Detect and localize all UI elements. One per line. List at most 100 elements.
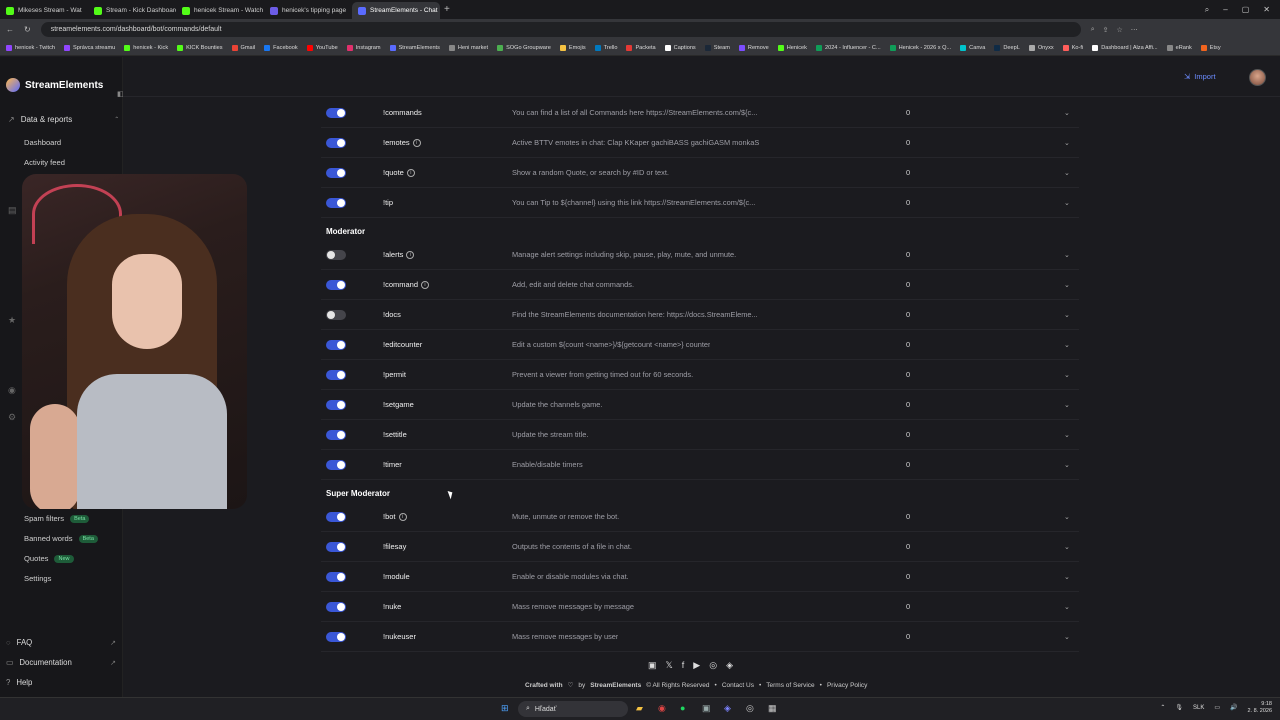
bookmark-item[interactable]: Instagram (346, 44, 381, 51)
sidebar-item-dashboard[interactable]: Dashboard (24, 138, 61, 147)
url-field[interactable]: streamelements.com/dashboard/bot/command… (40, 22, 1081, 37)
reload-icon[interactable]: ↻ (24, 25, 31, 34)
bookmark-item[interactable]: Ko-fi (1062, 44, 1083, 51)
back-icon[interactable]: ← (6, 25, 14, 34)
twitch-icon[interactable]: ▣ (648, 660, 657, 671)
command-row[interactable]: !setgame Update the channels game. 0 ⌄ (321, 390, 1079, 420)
file-explorer-icon[interactable]: ▰ (636, 703, 643, 714)
discord-taskbar-icon[interactable]: ◈ (724, 703, 731, 714)
bookmark-item[interactable]: StreamElements (389, 44, 440, 51)
command-toggle[interactable] (326, 399, 346, 410)
chevron-down-icon[interactable]: ⌄ (1064, 139, 1070, 147)
language-indicator[interactable]: SLK (1193, 705, 1204, 711)
bookmark-item[interactable]: Heni market (448, 44, 488, 51)
browser-tab[interactable]: henicek Stream - Watch (176, 2, 264, 19)
module-icon[interactable]: ▤ (8, 205, 17, 216)
discord-icon[interactable]: ◈ (726, 660, 733, 671)
browser-tab[interactable]: Mikeses Stream - Wat (0, 2, 88, 19)
chevron-down-icon[interactable]: ⌄ (1064, 199, 1070, 207)
command-toggle[interactable] (326, 197, 346, 208)
command-toggle[interactable] (326, 309, 346, 320)
close-icon[interactable]: ✕ (1263, 5, 1270, 15)
sidebar-item-banned-words[interactable]: Banned words Beta (24, 534, 98, 543)
command-toggle[interactable] (326, 601, 346, 612)
command-toggle[interactable] (326, 459, 346, 470)
streamdeck-icon[interactable]: ▦ (768, 703, 777, 714)
bookmark-item[interactable]: henicek - Twitch (6, 44, 55, 51)
clock[interactable]: 9:18 2. 8. 2026 (1248, 701, 1272, 714)
mic-icon[interactable]: 🎙 (1175, 704, 1183, 711)
sidebar-item-spam-filters[interactable]: Spam filters Beta (24, 514, 90, 523)
terms-link[interactable]: Terms of Service (766, 682, 814, 689)
command-row[interactable]: !nukeuser Mass remove messages by user 0 ⌄ (321, 622, 1079, 652)
import-button[interactable]: ⇲ Import (1184, 72, 1216, 81)
info-icon[interactable]: i (421, 280, 430, 289)
x-icon[interactable]: 𝕏 (666, 660, 673, 671)
command-row[interactable]: !filesay Outputs the contents of a file i… (321, 532, 1079, 562)
star-nav-icon[interactable]: ★ (8, 315, 16, 326)
bookmark-item[interactable]: Steam (704, 44, 730, 51)
bookmark-item[interactable]: Canva (960, 44, 985, 51)
minimize-icon[interactable]: – (1223, 5, 1227, 15)
chevron-up-icon[interactable]: ⌃ (1160, 704, 1165, 711)
footer-link-help[interactable]: ? Help (6, 678, 116, 687)
browser-tab[interactable]: StreamElements - Chat (352, 2, 440, 19)
taskbar-search[interactable]: ⌕ Hľadať (518, 701, 628, 717)
command-toggle[interactable] (326, 571, 346, 582)
chevron-down-icon[interactable]: ⌄ (1064, 431, 1070, 439)
sidebar-section-data-reports[interactable]: ↗ Data & reports ⌃ (8, 115, 119, 124)
browser-tab[interactable]: henicek's tipping page (264, 2, 352, 19)
command-toggle[interactable] (326, 339, 346, 350)
chevron-down-icon[interactable]: ⌄ (1064, 281, 1070, 289)
bookmark-item[interactable]: Emojis (559, 44, 586, 51)
privacy-link[interactable]: Privacy Policy (827, 682, 867, 689)
brand-logo[interactable]: StreamElements (6, 78, 103, 92)
extensions-icon[interactable]: ⋯ (1131, 26, 1138, 34)
command-toggle[interactable] (326, 429, 346, 440)
sidebar-item-activity-feed[interactable]: Activity feed (24, 158, 65, 167)
volume-icon[interactable]: 🔊 (1230, 704, 1237, 711)
footer-link-documentation[interactable]: ▭ Documentation ↗ (6, 658, 116, 667)
command-row[interactable]: !timer Enable/disable timers 0 ⌄ (321, 450, 1079, 480)
settings-nav-icon[interactable]: ⚙ (8, 412, 16, 423)
command-row[interactable]: !bot i Mute, unmute or remove the bot. 0 ⌄ (321, 502, 1079, 532)
chevron-down-icon[interactable]: ⌄ (1064, 169, 1070, 177)
bookmark-item[interactable]: YouTube (306, 44, 338, 51)
info-icon[interactable]: i (406, 168, 415, 177)
chevron-down-icon[interactable]: ⌄ (1064, 573, 1070, 581)
chevron-down-icon[interactable]: ⌄ (1064, 513, 1070, 521)
bookmark-item[interactable]: Captions (664, 44, 696, 51)
bookmark-item[interactable]: henicek - Kick (124, 44, 168, 51)
chevron-down-icon[interactable]: ⌄ (1064, 603, 1070, 611)
info-icon[interactable]: i (406, 250, 415, 259)
command-toggle[interactable] (326, 249, 346, 260)
command-row[interactable]: !command i Add, edit and delete chat comma… (321, 270, 1079, 300)
info-icon[interactable]: i (412, 138, 421, 147)
obs-icon[interactable]: ◎ (746, 703, 754, 714)
command-row[interactable]: !settitle Update the stream title. 0 ⌄ (321, 420, 1079, 450)
network-icon[interactable]: ▭ (1214, 704, 1220, 711)
command-row[interactable]: !nuke Mass remove messages by message 0 ⌄ (321, 592, 1079, 622)
bookmark-item[interactable]: Remove (738, 44, 769, 51)
chevron-down-icon[interactable]: ⌄ (1064, 371, 1070, 379)
loyalty-icon[interactable]: ◉ (8, 385, 16, 396)
share-icon[interactable]: ⇪ (1103, 26, 1109, 34)
bookmark-item[interactable]: eRank (1166, 44, 1192, 51)
bookmark-item[interactable]: 2024 - Influencer - C... (815, 44, 881, 51)
bookmark-item[interactable]: Dashboard | Alza Affi... (1092, 44, 1158, 51)
command-row[interactable]: !emotes i Active BTTV emotes in chat: Clap… (321, 128, 1079, 158)
command-row[interactable]: !commands You can find a list of all Comm… (321, 98, 1079, 128)
new-tab-button[interactable]: + (444, 4, 450, 15)
chevron-down-icon[interactable]: ⌄ (1064, 251, 1070, 259)
bookmark-item[interactable]: Henicek - 2026 x Q... (889, 44, 951, 51)
bookmark-item[interactable]: Správca streamu (64, 44, 115, 51)
command-row[interactable]: !tip You can Tip to ${channel} using this… (321, 188, 1079, 218)
spotify-icon[interactable]: ● (680, 703, 685, 713)
command-row[interactable]: !quote i Show a random Quote, or search by… (321, 158, 1079, 188)
chevron-down-icon[interactable]: ⌄ (1064, 311, 1070, 319)
command-toggle[interactable] (326, 541, 346, 552)
bookmark-item[interactable]: Trello (594, 44, 617, 51)
chevron-down-icon[interactable]: ⌄ (1064, 461, 1070, 469)
search-tabs-icon[interactable]: ⌕ (1205, 5, 1209, 15)
command-row[interactable]: !alerts i Manage alert settings including … (321, 240, 1079, 270)
